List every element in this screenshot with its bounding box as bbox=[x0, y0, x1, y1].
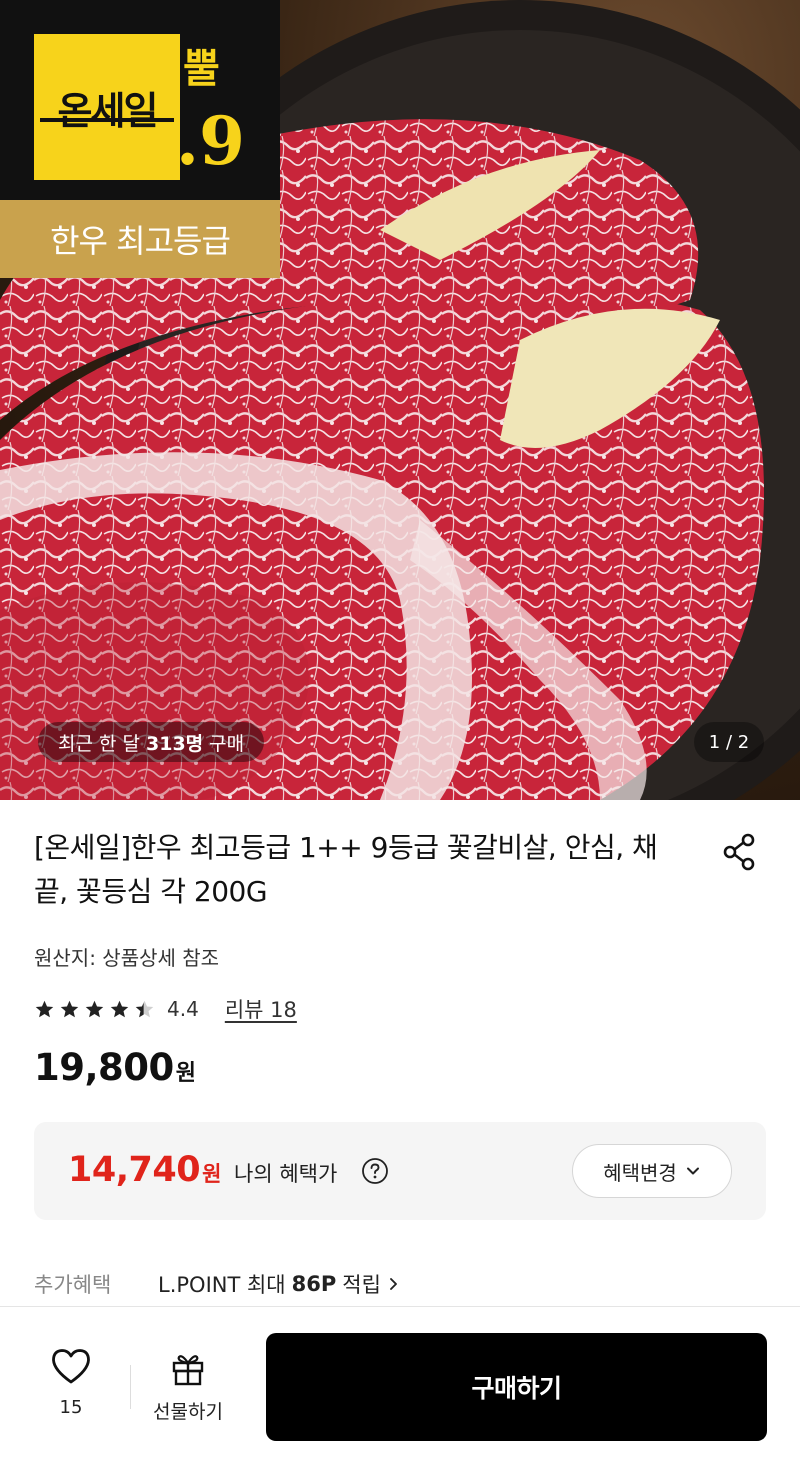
wishlist-count: 15 bbox=[59, 1397, 83, 1418]
badge-side-text: 뿔 bbox=[183, 46, 220, 92]
star-icon bbox=[85, 1000, 104, 1017]
change-benefit-button[interactable]: 혜택변경 bbox=[572, 1144, 732, 1198]
badge-side-number: .9 bbox=[176, 102, 245, 180]
product-title: [온세일]한우 최고등급 1++ 9등급 꽃갈비살, 안심, 채끝, 꽃등심 각… bbox=[34, 831, 658, 908]
star-half-icon bbox=[135, 1000, 154, 1017]
lpoint-points: 86P bbox=[291, 1272, 337, 1296]
share-button[interactable] bbox=[718, 830, 762, 874]
lpoint-prefix: L.POINT 최대 bbox=[158, 1273, 286, 1297]
chevron-down-icon bbox=[686, 1167, 699, 1175]
recent-purchase-badge: 최근 한 달 313명 구매 bbox=[38, 722, 265, 762]
heart-icon bbox=[52, 1349, 90, 1384]
extra-benefit-row[interactable]: 추가혜택 L.POINT 최대 86P 적립 bbox=[34, 1268, 401, 1300]
help-icon[interactable] bbox=[361, 1157, 389, 1185]
star-icon bbox=[60, 1000, 79, 1017]
benefit-price-value: 14,740 bbox=[68, 1150, 201, 1190]
rating-row: 4.4 리뷰 18 bbox=[34, 994, 297, 1024]
bottom-action-bar: 15 선물하기 구매하기 bbox=[0, 1306, 800, 1465]
star-icon bbox=[110, 1000, 129, 1017]
image-pager-indicator: 1 / 2 bbox=[694, 722, 764, 762]
recent-count: 313명 bbox=[146, 732, 204, 755]
extra-benefit-label: 추가혜택 bbox=[34, 1273, 112, 1297]
original-price-value: 19,800 bbox=[34, 1046, 174, 1089]
benefit-price-label: 나의 혜택가 bbox=[234, 1162, 338, 1186]
onsale-logo-text: 온세일 bbox=[57, 88, 159, 133]
extra-benefit-value: L.POINT 최대 86P 적립 bbox=[158, 1269, 401, 1299]
bottom-bar-divider bbox=[130, 1365, 131, 1409]
original-price: 19,800원 bbox=[34, 1046, 196, 1089]
lpoint-suffix: 적립 bbox=[342, 1273, 381, 1297]
origin-info: 원산지: 상품상세 참조 bbox=[34, 946, 220, 970]
share-icon bbox=[723, 833, 755, 871]
product-image-carousel[interactable]: 온세일 뿔 .9 한우 최고등급 최근 한 달 313명 구매 1 / 2 bbox=[0, 0, 800, 800]
onsale-logo: 온세일 bbox=[34, 34, 180, 180]
gift-label: 선물하기 bbox=[153, 1401, 223, 1423]
wishlist-button[interactable]: 15 bbox=[34, 1347, 108, 1427]
benefit-price: 14,740원 bbox=[68, 1150, 221, 1190]
buy-button[interactable]: 구매하기 bbox=[266, 1333, 767, 1441]
chevron-right-icon bbox=[389, 1278, 397, 1290]
rating-score: 4.4 bbox=[167, 997, 199, 1021]
original-price-unit: 원 bbox=[175, 1061, 196, 1086]
change-benefit-label: 혜택변경 bbox=[603, 1160, 677, 1185]
benefit-price-unit: 원 bbox=[202, 1162, 221, 1186]
gift-button[interactable]: 선물하기 bbox=[144, 1351, 232, 1431]
onsale-logo-underline bbox=[40, 118, 174, 122]
gift-icon bbox=[172, 1355, 204, 1386]
grade-badge: 한우 최고등급 bbox=[0, 200, 280, 278]
recent-prefix: 최근 한 달 bbox=[58, 732, 140, 755]
benefit-price-box: 14,740원 나의 혜택가 혜택변경 bbox=[34, 1122, 766, 1220]
review-link[interactable]: 리뷰 18 bbox=[225, 994, 297, 1024]
star-icon bbox=[35, 1000, 54, 1017]
recent-suffix: 구매 bbox=[209, 732, 245, 755]
